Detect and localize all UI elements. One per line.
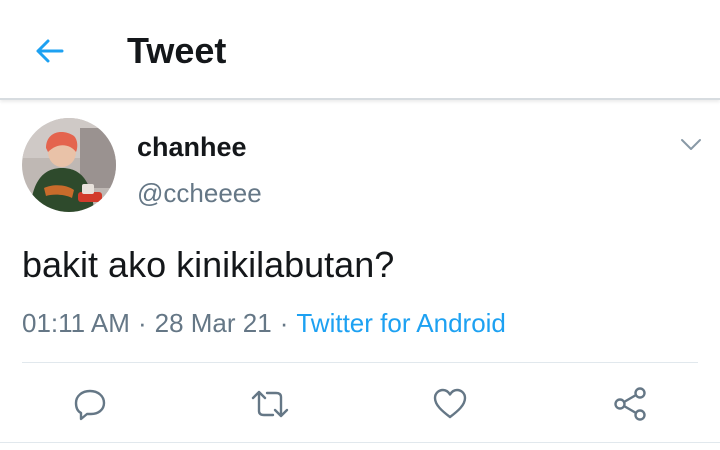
back-arrow-icon <box>36 39 64 63</box>
like-button[interactable] <box>428 380 472 428</box>
tweet-meta: 01:11 AM · 28 Mar 21 · Twitter for Android <box>22 307 506 339</box>
tweet-text: bakit ako kinikilabutan? <box>22 244 395 285</box>
tweet-source-link[interactable]: Twitter for Android <box>296 308 506 338</box>
retweet-icon <box>251 390 289 418</box>
heart-icon <box>433 388 467 419</box>
tweet-actions-bar <box>0 380 720 430</box>
retweet-button[interactable] <box>248 380 292 428</box>
tweet-detail-screen: Tweet chanhee @ccheeee bakit ako kinikil… <box>0 0 720 450</box>
more-options-button[interactable] <box>676 132 706 158</box>
bottom-divider <box>0 442 720 443</box>
reply-icon <box>74 389 106 421</box>
meta-separator: · <box>137 308 147 338</box>
top-app-bar: Tweet <box>0 0 720 100</box>
avatar[interactable] <box>22 118 116 212</box>
share-icon <box>614 387 646 421</box>
display-name[interactable]: chanhee <box>137 131 247 163</box>
meta-separator: · <box>279 308 289 338</box>
user-handle[interactable]: @ccheeee <box>137 177 262 209</box>
divider <box>22 362 698 363</box>
reply-button[interactable] <box>68 380 112 428</box>
tweet-time: 01:11 AM <box>22 308 130 338</box>
page-title: Tweet <box>127 30 227 71</box>
chevron-down-icon <box>681 139 701 150</box>
share-button[interactable] <box>608 380 652 428</box>
tweet-date: 28 Mar 21 <box>154 308 272 338</box>
back-button[interactable] <box>28 30 70 72</box>
avatar-image <box>22 118 116 212</box>
